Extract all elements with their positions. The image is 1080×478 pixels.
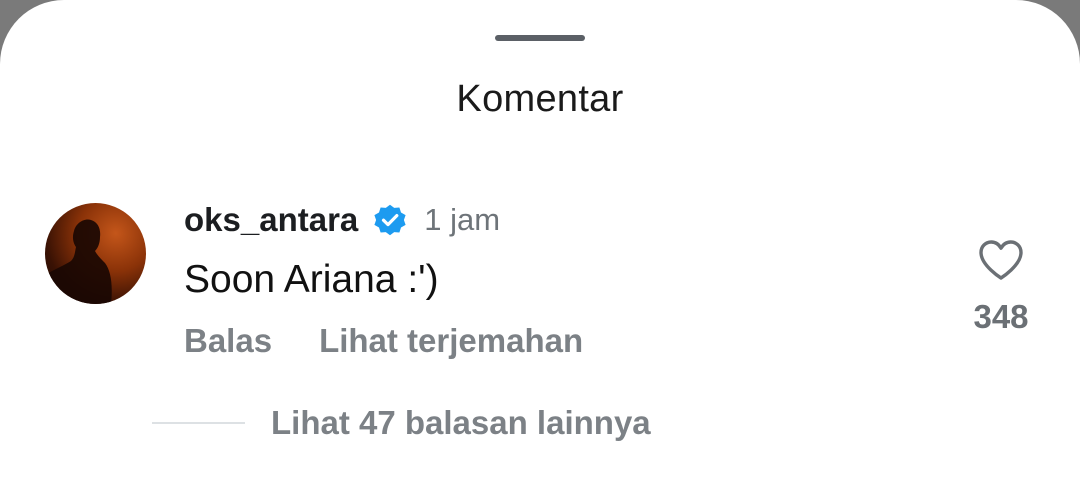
comment-header: oks_antara 1 jam xyxy=(184,196,500,244)
translate-link[interactable]: Lihat terjemahan xyxy=(319,322,583,360)
view-replies-label: Lihat 47 balasan lainnya xyxy=(271,404,651,441)
heart-outline-icon[interactable] xyxy=(977,238,1025,282)
sheet-title: Komentar xyxy=(456,78,624,120)
view-replies-button[interactable]: Lihat 47 balasan lainnya xyxy=(152,404,651,442)
like-count: 348 xyxy=(973,298,1029,335)
replies-divider xyxy=(152,422,245,424)
reply-button[interactable]: Balas xyxy=(184,322,272,360)
verified-badge-icon xyxy=(372,202,408,238)
avatar[interactable] xyxy=(45,203,146,304)
comments-sheet: Komentar oks_antara 1 jam Soon Ariana :'… xyxy=(0,0,1080,478)
sheet-drag-handle[interactable] xyxy=(495,35,585,41)
comment-text: Soon Ariana :') xyxy=(184,258,439,301)
comment-actions: Balas Lihat terjemahan xyxy=(184,322,583,360)
comment-timestamp: 1 jam xyxy=(424,202,501,237)
comment-username[interactable]: oks_antara xyxy=(184,201,358,239)
